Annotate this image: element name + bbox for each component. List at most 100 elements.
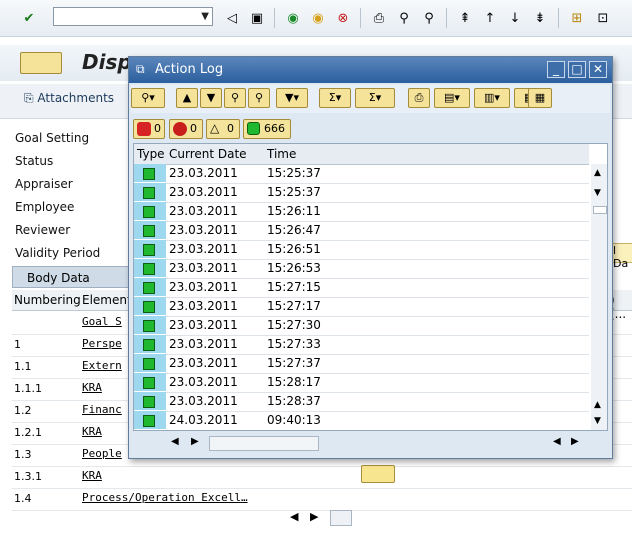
- scroll-left-icon[interactable]: ◀: [553, 436, 561, 447]
- scroll-up-icon[interactable]: ▲: [594, 400, 601, 410]
- print-icon[interactable]: ⎙: [370, 9, 388, 27]
- scroll-right-icon[interactable]: ▶: [191, 436, 199, 447]
- column-time[interactable]: Time: [267, 147, 296, 161]
- warning-filter-button[interactable]: △ 0: [206, 119, 240, 139]
- column-type[interactable]: Type: [137, 147, 165, 161]
- last-page-icon[interactable]: ⇟: [531, 9, 549, 27]
- table-row[interactable]: 23.03.2011 15:27:33: [134, 335, 589, 355]
- table-row[interactable]: 1.3.1 KRA: [12, 466, 632, 489]
- field-label-validity-period: Validity Period: [15, 246, 101, 260]
- menu-button[interactable]: [20, 52, 62, 74]
- horizontal-scrollbar[interactable]: ◀ ▶ ◀ ▶: [165, 434, 585, 452]
- table-row[interactable]: 23.03.2011 15:28:37: [134, 392, 589, 412]
- filter-icon[interactable]: ▼▾: [276, 88, 308, 108]
- error-filter-button[interactable]: 0: [169, 119, 203, 139]
- new-session-icon[interactable]: ⊞: [568, 9, 586, 27]
- success-icon: [143, 396, 155, 408]
- scroll-down-icon[interactable]: ▼: [594, 416, 601, 426]
- element-link[interactable]: Extern: [82, 359, 122, 372]
- scroll-right-icon[interactable]: ▶: [310, 510, 318, 523]
- table-row[interactable]: 23.03.2011 15:25:37: [134, 164, 589, 184]
- previous-page-icon[interactable]: ↑: [481, 9, 499, 27]
- exit-icon[interactable]: ◉: [309, 9, 327, 27]
- find-icon[interactable]: ⚲: [395, 9, 413, 27]
- element-link[interactable]: KRA: [82, 425, 102, 438]
- find-next-icon[interactable]: ⚲: [420, 9, 438, 27]
- field-label-appraiser: Appraiser: [15, 177, 73, 191]
- success-icon: [143, 339, 155, 351]
- element-link[interactable]: KRA: [82, 381, 102, 394]
- success-icon: [143, 377, 155, 389]
- attachments-button[interactable]: ⎘ Attachments: [24, 91, 114, 106]
- table-row[interactable]: 23.03.2011 15:27:37: [134, 354, 589, 374]
- scroll-down-icon[interactable]: ▼: [594, 188, 601, 198]
- time-cell: 15:26:47: [267, 223, 321, 237]
- scroll-left-icon[interactable]: ◀: [290, 510, 298, 523]
- scroll-right-icon[interactable]: ▶: [571, 436, 579, 447]
- grid-icon[interactable]: ▦: [528, 88, 552, 108]
- field-label-goal-setting: Goal Setting: [15, 131, 90, 145]
- subtotal-icon[interactable]: Σ▾: [355, 88, 395, 108]
- type-cell: [134, 373, 166, 391]
- grid-horizontal-scroll[interactable]: ◀ ▶: [290, 510, 354, 526]
- row-number: 1.3.1: [14, 470, 42, 483]
- scroll-thumb[interactable]: [330, 510, 352, 526]
- element-link[interactable]: KRA: [82, 469, 102, 482]
- next-page-icon[interactable]: ↓: [506, 9, 524, 27]
- tab-body-data[interactable]: Body Data: [12, 266, 130, 288]
- table-row[interactable]: 24.03.2011 09:40:13: [134, 411, 589, 430]
- time-cell: 15:27:33: [267, 337, 321, 351]
- dialog-title-bar[interactable]: ⧉ Action Log _ □ ✕: [129, 57, 612, 83]
- chevron-down-icon[interactable]: ▼: [201, 8, 209, 25]
- element-link[interactable]: Perspe: [82, 337, 122, 350]
- table-row[interactable]: 23.03.2011 15:25:37: [134, 183, 589, 203]
- scroll-thumb[interactable]: [593, 206, 607, 214]
- element-link[interactable]: Financ: [82, 403, 122, 416]
- table-row[interactable]: 23.03.2011 15:27:15: [134, 278, 589, 298]
- enter-icon[interactable]: ✔: [20, 9, 38, 27]
- details-button[interactable]: [361, 465, 395, 483]
- save-icon[interactable]: ▣: [248, 9, 266, 27]
- table-row[interactable]: 23.03.2011 15:26:51: [134, 240, 589, 260]
- element-link[interactable]: Goal S: [82, 315, 122, 328]
- cancel-icon[interactable]: ⊗: [334, 9, 352, 27]
- element-link[interactable]: People: [82, 447, 122, 460]
- first-page-icon[interactable]: ⇞: [456, 9, 474, 27]
- minimize-button[interactable]: _: [547, 61, 565, 78]
- print-icon[interactable]: ⎙: [408, 88, 430, 108]
- element-link[interactable]: Process/Operation Excell…: [82, 491, 248, 504]
- close-button[interactable]: ✕: [589, 61, 607, 78]
- sort-ascending-icon[interactable]: ▲: [176, 88, 198, 108]
- back-triangle-icon[interactable]: ◁: [223, 9, 241, 27]
- stop-icon: [137, 122, 151, 136]
- vertical-scrollbar[interactable]: ▲ ▼ ▲ ▼: [591, 164, 607, 430]
- command-field[interactable]: ▼: [53, 7, 213, 26]
- table-row[interactable]: 23.03.2011 15:28:17: [134, 373, 589, 393]
- export-icon[interactable]: ▥▾: [474, 88, 510, 108]
- stop-filter-button[interactable]: 0: [133, 119, 165, 139]
- success-filter-button[interactable]: 666: [243, 119, 291, 139]
- validity-date-field[interactable]: l Da: [612, 243, 632, 270]
- table-row[interactable]: 23.03.2011 15:27:17: [134, 297, 589, 317]
- action-log-table: Type Current Date Time 23.03.2011 15:25:3…: [133, 143, 608, 431]
- back-icon[interactable]: ◉: [284, 9, 302, 27]
- scroll-thumb[interactable]: [209, 436, 319, 451]
- table-row[interactable]: 23.03.2011 15:26:11: [134, 202, 589, 222]
- views-icon[interactable]: ▤▾: [434, 88, 470, 108]
- table-row[interactable]: 23.03.2011 15:27:30: [134, 316, 589, 336]
- sum-icon[interactable]: Σ▾: [319, 88, 351, 108]
- column-current-date[interactable]: Current Date: [169, 147, 247, 161]
- scroll-left-icon[interactable]: ◀: [171, 436, 179, 447]
- find-next-icon[interactable]: ⚲: [248, 88, 270, 108]
- details-icon[interactable]: ⚲▾: [131, 88, 165, 108]
- shortcut-icon[interactable]: ⊡: [594, 9, 612, 27]
- table-row[interactable]: 23.03.2011 15:26:53: [134, 259, 589, 279]
- table-header: Type Current Date Time: [134, 144, 589, 165]
- scroll-up-icon[interactable]: ▲: [594, 168, 601, 178]
- table-row[interactable]: 23.03.2011 15:26:47: [134, 221, 589, 241]
- sort-descending-icon[interactable]: ▼: [200, 88, 222, 108]
- find-icon[interactable]: ⚲: [224, 88, 246, 108]
- maximize-button[interactable]: □: [568, 61, 586, 78]
- table-row[interactable]: 1.4 Process/Operation Excell…: [12, 488, 632, 511]
- success-icon: [143, 206, 155, 218]
